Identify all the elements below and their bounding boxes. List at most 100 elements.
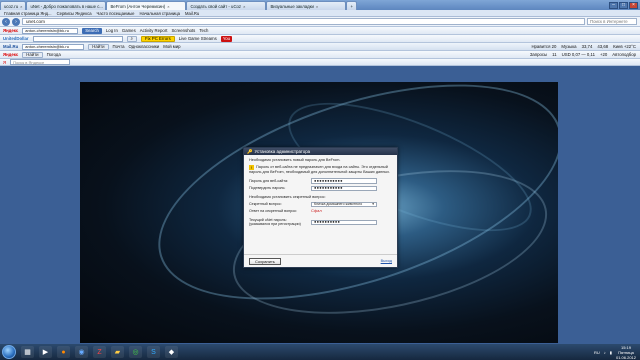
music-link[interactable]: Музыка xyxy=(561,44,576,49)
mailru-widgets: Нравится 20 Музыка 33,74 43,68 Киев +22°… xyxy=(531,44,640,49)
youtube-icon[interactable]: You xyxy=(220,35,232,42)
toolbar-search-input[interactable] xyxy=(32,35,123,42)
account-field[interactable]: anton-cheremisin@bk.ru xyxy=(22,27,79,34)
app-icon[interactable]: ◆ xyxy=(165,346,178,358)
temperature: +20 xyxy=(599,52,608,57)
start-button[interactable] xyxy=(2,345,16,359)
save-button[interactable]: Сохранить xyxy=(249,257,281,265)
skype-icon[interactable]: S xyxy=(147,346,160,358)
password-field[interactable]: ●●●●●●●●●●● xyxy=(311,178,377,184)
account-text: anton-cheremisin@bk.ru xyxy=(25,44,69,49)
yandex-logo: Яндекс xyxy=(3,28,19,33)
activity-report-button[interactable]: Activity Report xyxy=(140,28,168,33)
bookmark-item[interactable]: Mail.Ru xyxy=(185,11,199,16)
language-indicator[interactable]: RU xyxy=(594,350,600,355)
maximize-icon[interactable]: □ xyxy=(619,1,628,9)
filezilla-icon[interactable]: Z xyxy=(93,346,106,358)
screenshots-button[interactable]: Screenshots xyxy=(171,28,195,33)
minimize-icon[interactable]: – xyxy=(609,1,618,9)
yandex-y-icon: Я xyxy=(3,59,7,65)
secret-intro: Необходимо установить секретный вопрос: xyxy=(249,195,326,200)
confirm-password-field[interactable]: ●●●●●●●●●●● xyxy=(311,186,377,192)
secret-question-select[interactable]: Кличка домашнего животного ▾ xyxy=(311,201,377,208)
my-world-link[interactable]: Мой мир xyxy=(163,44,180,49)
tech-button[interactable]: Tech xyxy=(199,28,208,33)
explorer-icon[interactable]: ▦ xyxy=(21,346,34,358)
mail-link[interactable]: Почта xyxy=(113,44,125,49)
yandex-search-input[interactable]: Поиск в Яндексе xyxy=(10,59,71,65)
login-link[interactable]: Log In xyxy=(106,28,118,33)
key-icon: 🔑 xyxy=(247,148,253,154)
yandex-widgets: Запросы 11 USD 0,07 — 0,11 +20 Автоподбо… xyxy=(530,52,640,57)
volume-icon[interactable]: ♪ xyxy=(604,350,606,355)
firefox-icon[interactable]: ● xyxy=(57,346,70,358)
tab-ucoz[interactable]: ucoz.ru × xyxy=(0,1,27,10)
dialog-body: Необходимо установить новый пароль для B… xyxy=(244,155,397,230)
bookmark-item[interactable]: Главная страница Янд... xyxy=(4,11,52,16)
close-icon[interactable]: × xyxy=(167,4,169,9)
mailru-logo: Mail.Ru xyxy=(3,44,19,49)
admin-setup-dialog: 🔑 Установка администратора Необходимо ус… xyxy=(243,147,398,268)
dialog-title-bar: 🔑 Установка администратора xyxy=(244,148,397,155)
tab-visual-bookmarks[interactable]: Визуальные закладки × xyxy=(266,1,347,10)
current-password-label: Текущий uNet пароль: (указывался при реги… xyxy=(249,218,311,227)
url-field[interactable]: unet.com xyxy=(22,18,585,25)
current-password-field[interactable]: ●●●●●●●●●● xyxy=(311,220,377,226)
live-streams-button[interactable]: Live Game Streams xyxy=(179,36,217,41)
browser-tab-strip: ucoz.ru × uNet - Добро пожаловать в наше … xyxy=(0,0,640,10)
question-value: Кличка домашнего животного xyxy=(314,202,363,207)
united-toolbar: UnitedDollar ⌕ Fix PC Errors Live Game S… xyxy=(0,35,640,43)
search-placeholder: Поиск в Интернете xyxy=(590,19,628,24)
search-placeholder: Поиск в Яндексе xyxy=(13,59,45,65)
mailru-account-field[interactable]: anton-cheremisin@bk.ru xyxy=(22,43,85,50)
confirm-value: ●●●●●●●●●●● xyxy=(314,185,343,191)
tab-unet-welcome[interactable]: uNet - Добро пожаловать в наше с...× xyxy=(26,1,107,10)
back-icon[interactable]: ‹ xyxy=(2,17,10,26)
dialog-footer: Сохранить Выход xyxy=(244,254,397,267)
weather-widget[interactable]: Киев +22°C xyxy=(613,44,636,49)
toolbar-brand: UnitedDollar xyxy=(3,36,29,41)
bookmark-item[interactable]: Сервисы Яндекса xyxy=(57,11,92,16)
tab-label: Визуальные закладки xyxy=(270,3,314,9)
new-tab-button[interactable]: + xyxy=(346,1,357,10)
forward-icon[interactable]: › xyxy=(12,17,20,26)
games-button[interactable]: Games xyxy=(122,28,136,33)
weather-link[interactable]: Погода xyxy=(47,52,61,57)
close-icon[interactable]: × xyxy=(243,4,245,9)
clock-day: Пятница xyxy=(618,349,634,355)
find-button[interactable]: Найти xyxy=(22,51,43,58)
bookmarks-bar: Главная страница Янд... Сервисы Яндекса … xyxy=(0,10,640,17)
yandex-logo: Яндекс xyxy=(3,52,19,57)
close-icon[interactable]: × xyxy=(20,4,22,9)
browser-icon[interactable]: ◉ xyxy=(75,346,88,358)
address-bar-row: ‹ › unet.com Поиск в Интернете xyxy=(0,17,640,27)
answer-value[interactable]: Сфал xyxy=(311,209,322,214)
likes-counter[interactable]: Нравится 20 xyxy=(531,44,556,49)
dialog-warning: Пароль от веб-сайта не предназначен для … xyxy=(249,164,391,174)
close-window-icon[interactable]: × xyxy=(629,1,638,9)
exit-link[interactable]: Выход xyxy=(381,259,392,263)
bookmark-item[interactable]: Начальная страница xyxy=(139,11,180,16)
folder-icon[interactable]: ▰ xyxy=(111,346,124,358)
clock[interactable]: 15:19 Пятница 01.06.2012 xyxy=(616,345,636,360)
media-player-icon[interactable]: ▶ xyxy=(39,346,52,358)
tab-label: BeFrom (Антон Черемисин) xyxy=(110,3,166,9)
close-icon[interactable]: × xyxy=(316,4,318,9)
odnoklassniki-link[interactable]: Одноклассники xyxy=(128,44,159,49)
tab-label: uNet - Добро пожаловать в наше с... xyxy=(30,3,103,9)
tab-create-site[interactable]: Создать свой сайт - uCoz × xyxy=(186,1,267,10)
network-icon[interactable]: ▮ xyxy=(610,350,612,355)
autoselect-link[interactable]: Автоподбор xyxy=(612,52,636,57)
chrome-icon[interactable]: ◎ xyxy=(129,346,142,358)
bookmark-item[interactable]: Часто посещаемые xyxy=(97,11,135,16)
count-badge: 11 xyxy=(552,52,557,57)
search-button[interactable]: Search xyxy=(82,27,102,34)
search-icon[interactable]: ⌕ xyxy=(126,35,137,42)
fix-pc-errors-button[interactable]: Fix PC Errors xyxy=(140,35,175,42)
requests-link[interactable]: Запросы xyxy=(530,52,547,57)
tab-befrom[interactable]: BeFrom (Антон Черемисин) × xyxy=(106,1,187,10)
dialog-intro: Необходимо установить новый пароль для B… xyxy=(249,158,341,162)
browser-search-field[interactable]: Поиск в Интернете xyxy=(587,18,637,25)
currency-rate: USD 0,07 — 0,11 xyxy=(561,52,595,57)
find-button[interactable]: Найти xyxy=(88,43,109,50)
